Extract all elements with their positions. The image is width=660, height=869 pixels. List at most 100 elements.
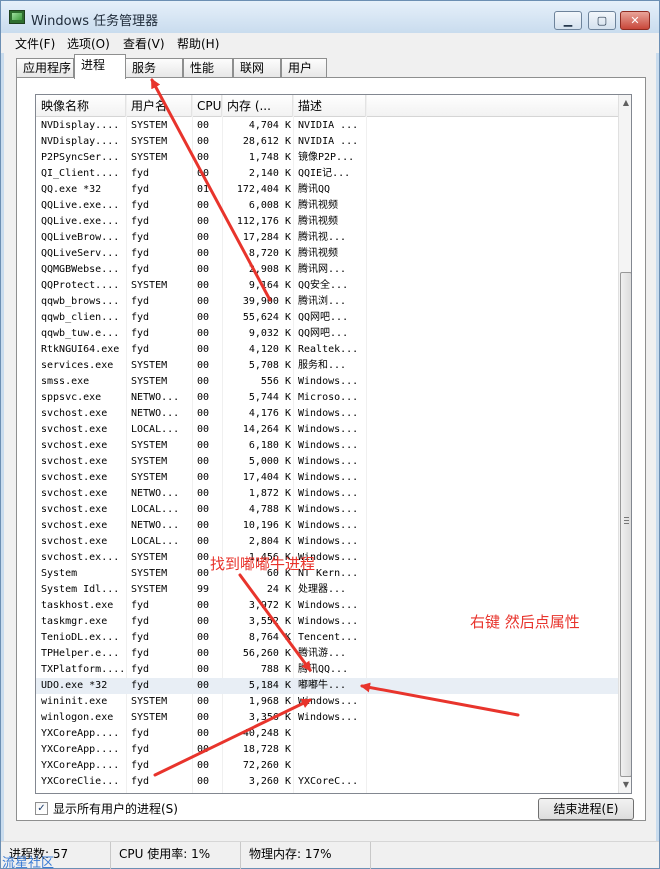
tab-users[interactable]: 用户 (281, 58, 327, 78)
table-row[interactable]: svchost.exe NETWO... 00 4,176 K Windows... (36, 406, 618, 422)
column-image-name[interactable]: 映像名称 (36, 95, 126, 117)
process-name: svchost.exe (41, 440, 108, 451)
process-memory: 4,788 K (248, 504, 291, 515)
close-button[interactable]: ✕ (620, 11, 650, 30)
end-process-button[interactable]: 结束进程(E) (538, 798, 634, 820)
process-user: SYSTEM (131, 120, 168, 131)
table-row[interactable]: qqwb_brows... fyd 00 39,900 K 腾讯浏... (36, 294, 618, 310)
process-cpu: 00 (197, 712, 210, 723)
process-cpu: 00 (197, 440, 210, 451)
table-row[interactable]: services.exe SYSTEM 00 5,708 K 服务和... (36, 358, 618, 374)
process-description: QQ安全... (298, 280, 349, 291)
column-user-name[interactable]: 用户名 (126, 95, 192, 117)
table-row[interactable]: QQMGBWebse... fyd 00 2,908 K 腾讯网... (36, 262, 618, 278)
tab-performance[interactable]: 性能 (183, 58, 233, 78)
process-name: TenioDL.ex... (41, 632, 120, 643)
table-row[interactable]: svchost.exe NETWO... 00 10,196 K Windows... (36, 518, 618, 534)
task-manager-window: Windows 任务管理器 ▁ ▢ ✕ 文件(F) 选项(O) 查看(V) 帮助… (0, 0, 660, 869)
table-row[interactable]: YXCoreApp.... fyd 00 72,260 K (36, 758, 618, 774)
table-row[interactable]: System Idl... SYSTEM 99 24 K 处理器... (36, 582, 618, 598)
process-user: SYSTEM (131, 136, 168, 147)
table-row[interactable]: QQLive.exe... fyd 00 112,176 K 腾讯视频 (36, 214, 618, 230)
process-memory: 17,284 K (242, 232, 291, 243)
tab-networking[interactable]: 联网 (233, 58, 281, 78)
table-row[interactable]: RtkNGUI64.exe fyd 00 4,120 K Realtek... (36, 342, 618, 358)
table-row[interactable]: qqwb_tuw.e... fyd 00 9,032 K QQ网吧... (36, 326, 618, 342)
scrollbar-thumb[interactable] (620, 272, 631, 777)
table-row[interactable]: TPHelper.e... fyd 00 56,260 K 腾讯游... (36, 646, 618, 662)
table-row[interactable]: YXCoreApp.... fyd 00 18,728 K (36, 742, 618, 758)
process-description: Windows... (298, 488, 359, 499)
table-row[interactable]: QQ.exe *32 fyd 01 172,404 K 腾讯QQ (36, 182, 618, 198)
table-row[interactable]: QQProtect.... SYSTEM 00 9,164 K QQ安全... (36, 278, 618, 294)
table-row[interactable]: YXCoreClie... fyd 00 3,260 K YXCoreC... (36, 774, 618, 790)
process-description: 腾讯视频 (298, 200, 338, 211)
table-row[interactable]: sppsvc.exe NETWO... 00 5,744 K Microso... (36, 390, 618, 406)
process-user: LOCAL... (131, 424, 180, 435)
table-row[interactable]: smss.exe SYSTEM 00 556 K Windows... (36, 374, 618, 390)
table-row[interactable]: NVDisplay.... SYSTEM 00 28,612 K NVIDIA ... (36, 134, 618, 150)
process-description: Tencent... (298, 632, 359, 643)
table-row[interactable]: UDO.exe *32 fyd 00 5,184 K 嘟嘟牛... (36, 678, 618, 694)
process-cpu: 00 (197, 600, 210, 611)
tab-processes[interactable]: 进程 (74, 54, 126, 79)
process-memory: 6,180 K (248, 440, 291, 451)
table-row[interactable]: QQLive.exe... fyd 00 6,008 K 腾讯视频 (36, 198, 618, 214)
show-all-users-checkbox[interactable]: ✓ (35, 801, 48, 815)
process-memory: 4,120 K (248, 344, 291, 355)
table-row[interactable]: TenioDL.ex... fyd 00 8,764 K Tencent... (36, 630, 618, 646)
menu-help[interactable]: 帮助(H) (177, 35, 219, 52)
task-manager-icon (9, 10, 25, 24)
table-row[interactable]: wininit.exe SYSTEM 00 1,968 K Windows... (36, 694, 618, 710)
table-row[interactable]: svchost.exe SYSTEM 00 17,404 K Windows... (36, 470, 618, 486)
process-user: fyd (131, 184, 150, 195)
process-user: SYSTEM (131, 712, 168, 723)
show-all-users-option[interactable]: ✓ 显示所有用户的进程(S) (35, 800, 178, 816)
table-row[interactable]: svchost.exe LOCAL... 00 2,804 K Windows... (36, 534, 618, 550)
menu-file[interactable]: 文件(F) (15, 35, 55, 52)
table-row[interactable]: System SYSTEM 00 60 K NT Kern... (36, 566, 618, 582)
process-name: UDO.exe *32 (41, 680, 108, 691)
maximize-button[interactable]: ▢ (588, 11, 616, 30)
vertical-scrollbar[interactable]: ▲ ▼ (618, 95, 631, 793)
process-cpu: 00 (197, 120, 210, 131)
tab-services[interactable]: 服务 (125, 58, 183, 78)
table-row[interactable]: qqwb_clien... fyd 00 55,624 K QQ网吧... (36, 310, 618, 326)
table-row[interactable]: P2PSyncSer... SYSTEM 00 1,748 K 镜像P2P... (36, 150, 618, 166)
process-description: 处理器... (298, 584, 347, 595)
process-user: fyd (131, 776, 150, 787)
table-row[interactable]: svchost.ex... SYSTEM 00 1,456 K Windows... (36, 550, 618, 566)
table-row[interactable]: QI_Client.... fyd 00 2,140 K QQIE记... (36, 166, 618, 182)
table-row[interactable]: svchost.exe LOCAL... 00 4,788 K Windows... (36, 502, 618, 518)
table-row[interactable]: YXCoreApp.... fyd 00 40,248 K (36, 726, 618, 742)
minimize-button[interactable]: ▁ (554, 11, 582, 30)
process-cpu: 00 (197, 696, 210, 707)
process-cpu: 00 (197, 632, 210, 643)
process-description: 嘟嘟牛... (298, 680, 347, 691)
table-row[interactable]: TXPlatform.... fyd 00 788 K 腾讯QQ... (36, 662, 618, 678)
menu-view[interactable]: 查看(V) (123, 35, 165, 52)
process-cpu: 00 (197, 168, 210, 179)
process-memory: 9,164 K (248, 280, 291, 291)
tab-applications[interactable]: 应用程序 (16, 58, 74, 78)
table-row[interactable]: svchost.exe SYSTEM 00 6,180 K Windows... (36, 438, 618, 454)
menu-options[interactable]: 选项(O) (67, 35, 110, 52)
process-description: Windows... (298, 712, 359, 723)
table-row[interactable]: svchost.exe NETWO... 00 1,872 K Windows... (36, 486, 618, 502)
process-name: svchost.exe (41, 472, 108, 483)
process-list[interactable]: 映像名称 用户名 CPU 内存 (... 描述 NVDisplay.... SYS… (35, 94, 632, 794)
table-row[interactable]: QQLiveServ... fyd 00 8,720 K 腾讯视频 (36, 246, 618, 262)
table-row[interactable]: QQLiveBrow... fyd 00 17,284 K 腾讯视... (36, 230, 618, 246)
table-row[interactable]: winlogon.exe SYSTEM 00 3,356 K Windows... (36, 710, 618, 726)
process-memory: 172,404 K (236, 184, 291, 195)
scroll-up-arrow-icon[interactable]: ▲ (619, 95, 631, 111)
column-memory[interactable]: 内存 (... (222, 95, 293, 117)
column-description[interactable]: 描述 (293, 95, 366, 117)
column-cpu[interactable]: CPU (192, 95, 222, 117)
table-row[interactable]: NVDisplay.... SYSTEM 00 4,704 K NVIDIA ... (36, 118, 618, 134)
title-bar[interactable]: Windows 任务管理器 ▁ ▢ ✕ (1, 1, 659, 33)
process-name: QQLiveServ... (41, 248, 120, 259)
scroll-down-arrow-icon[interactable]: ▼ (619, 777, 631, 793)
table-row[interactable]: svchost.exe SYSTEM 00 5,000 K Windows... (36, 454, 618, 470)
table-row[interactable]: svchost.exe LOCAL... 00 14,264 K Windows... (36, 422, 618, 438)
